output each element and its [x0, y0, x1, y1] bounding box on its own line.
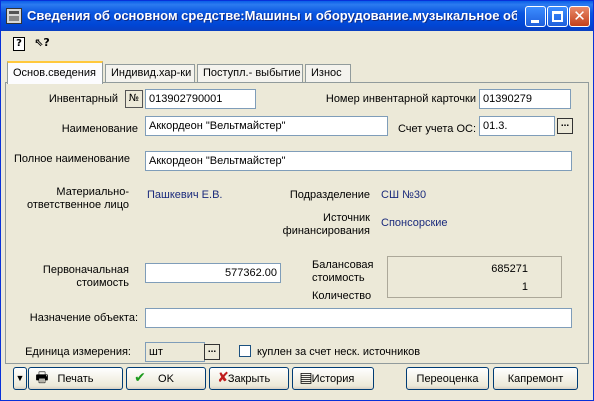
purpose-field[interactable]	[145, 308, 572, 328]
multi-source-checkbox[interactable]	[239, 345, 251, 357]
unit-field[interactable]: шт	[145, 342, 205, 362]
dialog-window: Сведения об основном средстве:Машины и о…	[0, 0, 594, 401]
repair-button[interactable]: Капремонт	[493, 367, 578, 390]
responsible-label-2: ответственное лицо	[27, 199, 129, 211]
department-label: Подразделение	[289, 189, 370, 201]
ok-button[interactable]: ✔ OK	[126, 367, 206, 390]
revaluation-button[interactable]: Переоценка	[406, 367, 489, 390]
app-icon	[6, 8, 22, 24]
account-field[interactable]: 01.3.	[479, 116, 555, 136]
responsible-person: Пашкевич Е.В.	[147, 189, 223, 201]
maximize-button[interactable]	[547, 6, 568, 27]
title-bar[interactable]: Сведения об основном средстве:Машины и о…	[1, 1, 593, 31]
minimize-button[interactable]	[525, 6, 546, 27]
balance-label-2: стоимость	[312, 272, 365, 284]
balance-value: 685271	[491, 263, 528, 275]
inventory-label: Инвентарный	[48, 93, 118, 105]
chevron-down-icon: ▼	[15, 373, 25, 383]
initial-cost-label-1: Первоначальная	[42, 264, 129, 276]
revaluation-label: Переоценка	[416, 373, 479, 385]
menu-arrow-button[interactable]: ▼	[13, 367, 27, 390]
account-select-button[interactable]: ...	[557, 118, 573, 134]
source-label-1: Источник	[323, 212, 370, 224]
close-window-button[interactable]: ✕	[569, 6, 590, 27]
name-field[interactable]: Аккордеон "Вельтмайстер"	[145, 116, 388, 136]
window-title: Сведения об основном средстве:Машины и о…	[27, 8, 517, 23]
close-button[interactable]: ✘ Закрыть	[209, 367, 289, 390]
tab-depreciation[interactable]: Износ	[305, 64, 351, 83]
source-label-2: финансирования	[282, 225, 370, 237]
ok-label: OK	[158, 373, 174, 385]
card-number-label: Номер инвентарной карточки	[325, 93, 476, 105]
full-name-label: Полное наименование	[14, 153, 130, 165]
department-value: СШ №30	[381, 189, 427, 201]
balance-box: 685271 1	[387, 256, 562, 298]
print-button[interactable]: 🖶 Печать	[28, 367, 123, 390]
close-label: Закрыть	[227, 373, 271, 385]
tab-receipt-disposal[interactable]: Поступл.- выбытие	[197, 64, 303, 83]
account-label: Счет учета ОС:	[397, 123, 476, 135]
card-number-field[interactable]: 01390279	[479, 89, 571, 109]
funding-source-value: Спонсорские	[381, 217, 448, 229]
inventory-field[interactable]: 013902790001	[145, 89, 256, 109]
print-label: Печать	[57, 373, 94, 385]
initial-cost-label-2: стоимость	[76, 277, 129, 289]
full-name-field[interactable]: Аккордеон "Вельтмайстер"	[145, 151, 572, 171]
balance-label-1: Балансовая	[312, 259, 374, 271]
repair-label: Капремонт	[507, 373, 564, 385]
history-button[interactable]: ▤ История	[292, 367, 374, 390]
inventory-number-button[interactable]: №	[125, 90, 143, 108]
quantity-value: 1	[521, 281, 528, 293]
help-doc-icon[interactable]: ?	[13, 37, 25, 51]
initial-cost-field[interactable]: 577362.00	[145, 263, 281, 283]
close-icon: ✕	[573, 7, 586, 25]
whats-this-icon[interactable]: ⇖?	[33, 35, 51, 53]
responsible-label-1: Материально-	[56, 186, 129, 198]
multi-source-label: куплен за счет неск. источников	[257, 346, 421, 358]
unit-label: Единица измерения:	[25, 346, 131, 358]
tab-panel: Инвентарный № 013902790001 Номер инвента…	[5, 82, 589, 364]
purpose-label: Назначение объекта:	[29, 312, 138, 324]
unit-select-button[interactable]: ...	[204, 344, 220, 360]
history-label: История	[311, 373, 355, 385]
tab-individual[interactable]: Индивид.хар-ки	[105, 64, 195, 83]
name-label: Наименование	[61, 123, 138, 135]
tab-main-info[interactable]: Основ.сведения	[7, 61, 103, 84]
quantity-label: Количество	[312, 290, 372, 302]
